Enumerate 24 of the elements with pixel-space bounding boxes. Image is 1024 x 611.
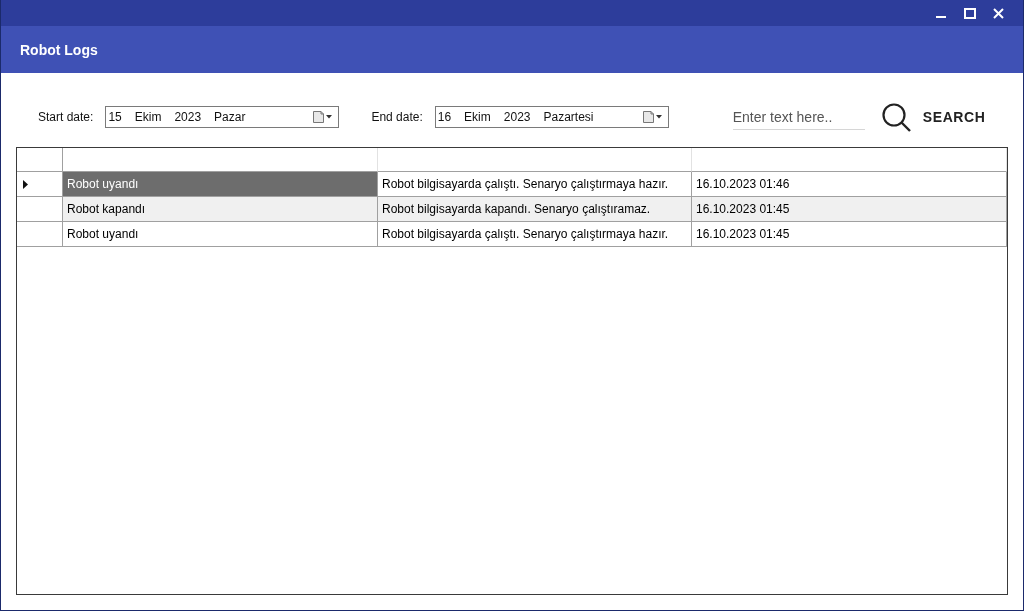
table-cell: Robot uyandı [63,172,378,197]
minimize-icon [935,16,946,18]
search-button[interactable]: SEARCH [881,102,986,132]
search-field[interactable]: Enter text here.. [732,104,865,130]
calendar-dropdown-icon[interactable] [641,110,662,124]
search-icon [881,102,911,132]
table-cell: Robot uyandı [63,222,378,247]
calendar-dropdown-icon[interactable] [312,110,333,124]
table-cell: Robot bilgisayarda çalıştı. Senaryo çalıştırmaya hazır. [378,222,692,247]
column-header[interactable] [692,148,1007,172]
grid-corner-header[interactable] [17,148,63,172]
table-cell: 16.10.2023 01:45 [692,197,1007,222]
table-cell: 16.10.2023 01:45 [692,222,1007,247]
date-picker[interactable]: 16 Ekim 2023 Pazartesi [434,106,669,128]
column-header[interactable] [378,148,692,172]
date-label: End date: [371,110,423,124]
date-label: Start date: [38,110,94,124]
page-title: Robot Logs [20,41,98,58]
table-cell: Robot kapandı [63,197,378,222]
date-picker[interactable]: 15 Ekim 2023 Pazar [105,106,340,128]
close-icon [993,7,1004,19]
maximize-icon [963,7,976,19]
table-cell: Robot bilgisayarda kapandı. Senaryo çalıştıramaz. [378,197,692,222]
row-header[interactable] [17,222,63,247]
